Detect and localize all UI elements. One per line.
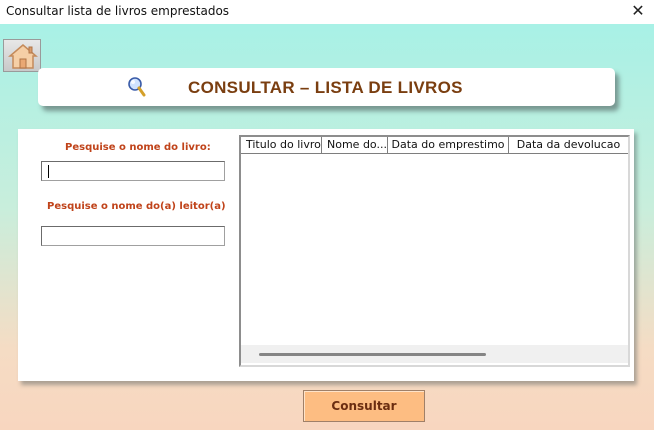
search-panel: Pesquise o nome do livro: Pesquise o nom… [18,129,634,381]
home-icon [8,44,38,69]
column-header-data-devolucao[interactable]: Data da devolucao [509,137,628,154]
horizontal-scrollbar[interactable] [241,345,628,363]
listview-header: Titulo do livro Nome do... Data do empre… [241,137,628,154]
column-header-titulo[interactable]: Titulo do livro [241,137,322,154]
window-title: Consultar lista de livros emprestados [6,4,230,18]
column-header-nome[interactable]: Nome do... [322,137,388,154]
scrollbar-thumb[interactable] [259,353,486,356]
text-caret [48,165,49,178]
header-banner: CONSULTAR – LISTA DE LIVROS [38,68,615,106]
magnifier-icon [128,77,146,97]
loans-listview[interactable]: Titulo do livro Nome do... Data do empre… [239,135,630,367]
form-client-area: CONSULTAR – LISTA DE LIVROS Pesquise o n… [0,24,654,430]
book-search-label: Pesquise o nome do livro: [65,142,211,153]
close-icon[interactable]: ✕ [628,1,648,21]
book-search-input[interactable] [41,161,225,181]
reader-search-input[interactable] [41,226,225,246]
page-title: CONSULTAR – LISTA DE LIVROS [188,78,463,97]
home-button[interactable] [3,39,41,72]
consultar-button[interactable]: Consultar [303,390,425,422]
column-header-data-emprestimo[interactable]: Data do emprestimo [388,137,509,154]
window-titlebar: Consultar lista de livros emprestados ✕ [0,0,654,24]
reader-search-label: Pesquise o nome do(a) leitor(a) [47,201,226,212]
